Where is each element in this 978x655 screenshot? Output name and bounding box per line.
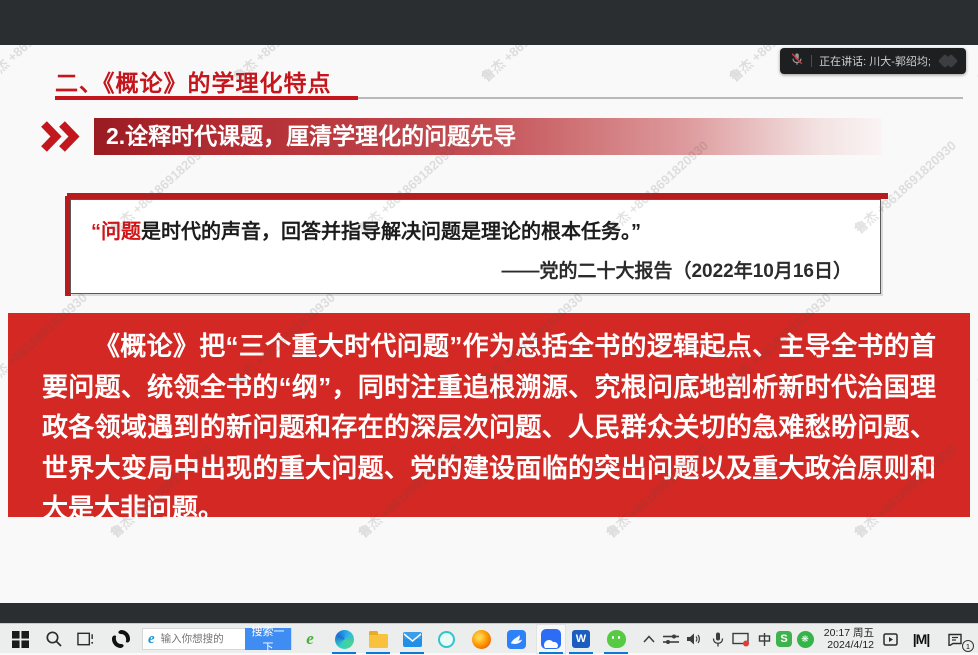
mail-app-button[interactable]: [399, 624, 425, 654]
word-icon: W: [572, 630, 590, 648]
quote-text: “问题是时代的声音，回答并指导解决问题是理论的根本任务。”: [91, 215, 880, 244]
notification-icon: [947, 633, 963, 646]
file-explorer-button[interactable]: [365, 624, 391, 654]
top-black-bar: [0, 0, 978, 45]
green-e-browser-button[interactable]: e: [297, 624, 323, 654]
screen-record-icon: [732, 632, 750, 647]
speaking-now-label: 正在讲话: 川大-郭绍均;: [819, 53, 931, 69]
envelope-icon: [403, 632, 422, 647]
sliders-icon: [663, 633, 679, 645]
taskbar-search-button[interactable]: [41, 624, 67, 654]
quote-box: “问题是时代的声音，回答并指导解决问题是理论的根本任务。” ——党的二十大报告（…: [65, 193, 888, 300]
bottom-black-strip: [0, 603, 978, 623]
pinwheel-icon: [111, 629, 131, 649]
muted-mic-icon[interactable]: [790, 52, 804, 71]
tray-video-play-button[interactable]: [877, 624, 903, 654]
notification-count-badge: 1: [962, 640, 974, 652]
presentation-slide: 二、《概论》的学理化特点 2.诠释时代课题，厘清学理化的问题先导 “问题是时代的…: [0, 45, 978, 603]
edge-icon: [335, 630, 354, 649]
taskbar-search-box[interactable]: e 搜索一下: [142, 628, 292, 650]
m-logo-icon: |M|: [913, 631, 930, 647]
task-view-button[interactable]: [73, 624, 99, 654]
chevron-up-icon: [643, 635, 655, 643]
pill-divider: [811, 55, 812, 67]
wechat-app-button[interactable]: [603, 624, 629, 654]
notification-center-button[interactable]: 1: [942, 624, 968, 654]
microphone-icon: [712, 632, 724, 647]
green-circle-icon: ❋: [797, 631, 814, 648]
tray-volume-button[interactable]: [681, 624, 707, 654]
clock-time: 20:17 周五: [824, 627, 874, 639]
clock-date: 2024/4/12: [827, 639, 874, 651]
firefox-browser-button[interactable]: [468, 624, 494, 654]
folder-icon: [369, 634, 388, 648]
slide-title: 二、《概论》的学理化特点: [55, 64, 332, 98]
bird-icon: [507, 630, 526, 649]
edge-browser-button[interactable]: [331, 624, 357, 654]
play-box-icon: [883, 633, 898, 646]
quote-highlight: “问题: [91, 221, 141, 243]
firefox-icon: [472, 630, 491, 649]
wechat-icon: [607, 630, 626, 648]
magnifier-icon: [45, 630, 63, 648]
search-input[interactable]: [159, 632, 245, 646]
blue-bird-app-button[interactable]: [503, 624, 529, 654]
search-go-button[interactable]: 搜索一下: [245, 628, 291, 650]
start-button[interactable]: [7, 624, 33, 654]
meeting-speaking-overlay[interactable]: 正在讲话: 川大-郭绍均;: [780, 48, 966, 74]
tray-green-circle-app-button[interactable]: ❋: [792, 624, 818, 654]
meeting-icon: [541, 629, 561, 649]
signpost-icon: [758, 632, 771, 647]
section-banner: 2.诠释时代课题，厘清学理化的问题先导: [94, 118, 882, 155]
speaker-icon: [686, 632, 702, 646]
green-s-icon: S: [776, 631, 792, 647]
green-e-icon: e: [306, 629, 314, 649]
tray-m-logo-button[interactable]: |M|: [905, 624, 937, 654]
main-paragraph-block: 《概论》把“三个重大时代问题”作为总括全书的逻辑起点、主导全书的首要问题、统领全…: [8, 313, 970, 517]
task-view-icon: [77, 631, 95, 647]
windows-logo-icon: [12, 631, 29, 648]
teal-ring-app-button[interactable]: [433, 624, 459, 654]
ie-blue-e-icon: e: [148, 631, 155, 648]
pinwheel-app-button[interactable]: [108, 624, 134, 654]
double-chevron-icon: [40, 121, 90, 157]
title-red-rule: [55, 96, 358, 100]
windows-taskbar: e 搜索一下 e W: [0, 623, 978, 653]
quote-attribution: ——党的二十大报告（2022年10月16日）: [71, 256, 880, 283]
taskbar-clock[interactable]: 20:17 周五 2024/4/12: [818, 624, 874, 654]
main-paragraph-text: 《概论》把“三个重大时代问题”作为总括全书的逻辑起点、主导全书的首要问题、统领全…: [42, 326, 936, 517]
pill-decoration-diamonds-icon: [944, 56, 956, 66]
word-app-button[interactable]: W: [568, 624, 594, 654]
teal-ring-icon: [438, 631, 455, 648]
tencent-meeting-button[interactable]: [536, 624, 566, 654]
